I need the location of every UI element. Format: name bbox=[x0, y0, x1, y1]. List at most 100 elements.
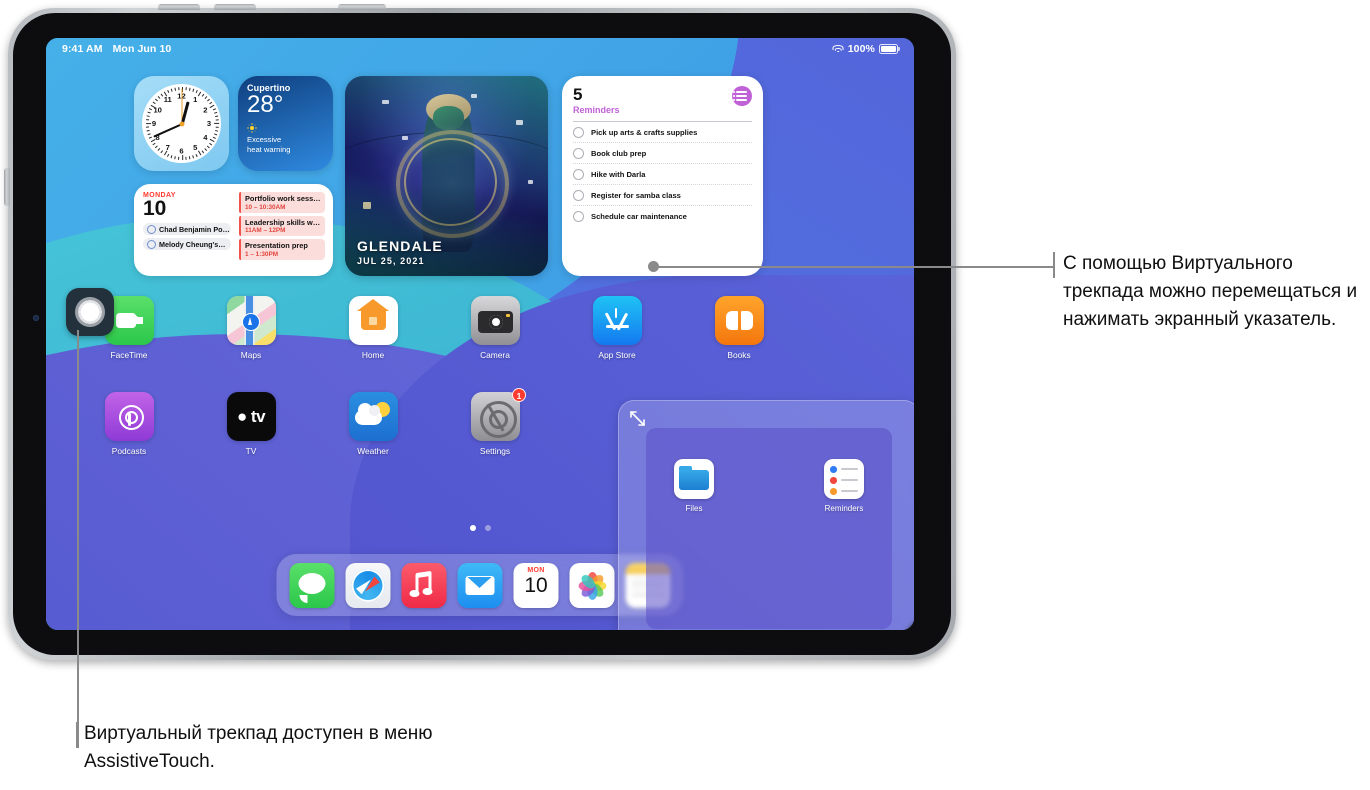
invite-ring-icon bbox=[147, 239, 156, 249]
dock-photos-icon[interactable] bbox=[569, 562, 615, 608]
clock-number: 10 bbox=[153, 104, 162, 114]
photos-widget[interactable]: GLENDALE JUL 25, 2021 bbox=[345, 76, 548, 276]
app-icon-app-store[interactable]: App Store bbox=[556, 296, 678, 360]
trackpad-app-files[interactable]: Files bbox=[649, 459, 739, 513]
reminders-widget[interactable]: 5 Reminders Pick up arts & crafts suppli… bbox=[562, 76, 763, 276]
reminder-item[interactable]: Register for samba class bbox=[573, 185, 752, 207]
dock-safari-icon[interactable] bbox=[345, 562, 391, 608]
maps-icon[interactable] bbox=[226, 296, 276, 345]
photos-flower bbox=[577, 570, 607, 600]
assistive-touch-ring bbox=[75, 297, 105, 327]
reminder-checkbox-icon[interactable] bbox=[573, 148, 584, 160]
calendar-widget[interactable]: MONDAY 10 Chad Benjamin Po… Melody Cheung… bbox=[134, 184, 333, 276]
reminder-label: Register for samba class bbox=[591, 191, 681, 201]
dock-calendar-dow: MON bbox=[527, 566, 545, 574]
clock-number: 1 bbox=[193, 94, 198, 104]
trackpad-app-reminders[interactable]: Reminders bbox=[799, 459, 889, 513]
calendar-event-time: 1 – 1:30PM bbox=[245, 250, 279, 258]
calendar-event-title: Portfolio work sess… bbox=[245, 194, 321, 203]
reminders-icon[interactable] bbox=[824, 459, 864, 499]
callout-right-tick bbox=[1053, 252, 1055, 278]
reminder-label: Schedule car maintenance bbox=[591, 212, 687, 222]
reminders-count: 5 bbox=[573, 85, 583, 104]
status-bar: 9:41 AM Mon Jun 10 100% bbox=[46, 38, 914, 60]
reminder-item[interactable]: Pick up arts & crafts supplies bbox=[573, 122, 752, 144]
reminder-label: Pick up arts & crafts supplies bbox=[591, 128, 698, 138]
callout-bottom-text: Виртуальный трекпад доступен в меню Assi… bbox=[84, 723, 433, 772]
home-icon[interactable] bbox=[348, 296, 398, 345]
calendar-event[interactable]: Leadership skills w… 11AM – 12PM bbox=[239, 215, 325, 236]
side-button[interactable] bbox=[4, 168, 10, 206]
volume-up-button[interactable] bbox=[158, 4, 200, 10]
tv-icon[interactable]: ● tv bbox=[226, 392, 276, 441]
clock-widget[interactable]: 121234567891011 bbox=[134, 76, 229, 171]
reminder-item[interactable]: Schedule car maintenance bbox=[573, 206, 752, 226]
camera-icon[interactable] bbox=[470, 296, 520, 345]
app-label: Maps bbox=[240, 350, 262, 360]
dock-messages-icon[interactable] bbox=[289, 562, 335, 608]
sun-icon bbox=[247, 123, 256, 132]
app-label: FaceTime bbox=[110, 350, 148, 360]
app-label: Weather bbox=[357, 446, 389, 456]
widget-area: 121234567891011 Cupertino 28° Excessive … bbox=[46, 60, 914, 292]
clock-pivot bbox=[179, 121, 184, 126]
resize-diagonal-icon[interactable] bbox=[629, 410, 646, 427]
weather-alert-line2: heat warning bbox=[247, 144, 291, 154]
dock-calendar-day: 10 bbox=[524, 573, 548, 597]
dock-music-icon[interactable] bbox=[401, 562, 447, 608]
app-icon-camera[interactable]: Camera bbox=[434, 296, 556, 360]
reminder-item[interactable]: Book club prep bbox=[573, 143, 752, 165]
reminder-checkbox-icon[interactable] bbox=[573, 211, 584, 223]
calendar-invite-chip[interactable]: Melody Cheung's… bbox=[143, 238, 231, 250]
calendar-event-time: 11AM – 12PM bbox=[245, 227, 286, 234]
books-icon[interactable] bbox=[714, 296, 764, 345]
app-label: Podcasts bbox=[111, 446, 147, 456]
clock-number: 9 bbox=[151, 118, 157, 128]
assistive-touch-icon[interactable] bbox=[66, 288, 114, 336]
weather-icon[interactable] bbox=[348, 392, 398, 441]
callout-bottom-tick bbox=[76, 722, 79, 748]
app-store-icon[interactable] bbox=[592, 296, 642, 345]
reminder-checkbox-icon[interactable] bbox=[573, 127, 584, 139]
app-icon-maps[interactable]: Maps bbox=[190, 296, 312, 360]
top-power-button[interactable] bbox=[338, 4, 386, 10]
reminder-checkbox-icon[interactable] bbox=[573, 190, 584, 202]
reminders-title: Reminders bbox=[573, 105, 620, 115]
volume-down-button[interactable] bbox=[214, 4, 256, 10]
dock-calendar-icon[interactable]: MON 10 bbox=[513, 562, 559, 608]
app-icon-books[interactable]: Books bbox=[678, 296, 800, 360]
reminder-label: Book club prep bbox=[591, 149, 647, 159]
app-row-1: FaceTime Maps Home Camera App Store Books bbox=[46, 296, 914, 360]
settings-icon[interactable] bbox=[470, 392, 520, 441]
page-dot[interactable] bbox=[484, 525, 491, 531]
clock-number: 2 bbox=[203, 104, 208, 114]
calendar-event[interactable]: Presentation prep 1 – 1:30PM bbox=[239, 239, 325, 260]
weather-temperature: 28° bbox=[247, 91, 284, 118]
callout-bottom-leader-line bbox=[77, 330, 79, 732]
app-badge: 1 bbox=[512, 388, 526, 402]
photo-subject-face bbox=[433, 106, 464, 130]
reminder-item[interactable]: Hike with Darla bbox=[573, 164, 752, 186]
calendar-events: Portfolio work sess… 10 – 10:30AM Leadersh… bbox=[239, 192, 325, 268]
calendar-invite-chip[interactable]: Chad Benjamin Po… bbox=[143, 223, 231, 235]
page-dot[interactable] bbox=[469, 525, 476, 531]
podcasts-icon[interactable] bbox=[104, 392, 154, 441]
weather-widget[interactable]: Cupertino 28° Excessive heat warning bbox=[238, 76, 333, 171]
calendar-event-title: Leadership skills w… bbox=[245, 217, 321, 227]
dock-mail-icon[interactable] bbox=[457, 562, 503, 608]
app-icon-home[interactable]: Home bbox=[312, 296, 434, 360]
list-bullet-icon bbox=[732, 86, 752, 106]
files-icon[interactable] bbox=[674, 459, 714, 499]
callout-right-leader-line bbox=[654, 265, 1054, 268]
app-icon-weather[interactable]: Weather bbox=[312, 392, 434, 456]
app-label: Settings bbox=[479, 446, 511, 456]
virtual-trackpad[interactable]: Files Reminders bbox=[618, 400, 914, 630]
weather-alert-line1: Excessive bbox=[247, 135, 282, 144]
app-icon-podcasts[interactable]: Podcasts bbox=[68, 392, 190, 456]
ipad-screen: 9:41 AM Mon Jun 10 100% 121234567891011 bbox=[46, 38, 914, 630]
reminder-checkbox-icon[interactable] bbox=[573, 169, 584, 181]
app-icon-tv[interactable]: ● tv TV bbox=[190, 392, 312, 456]
status-time: 9:41 AM bbox=[62, 43, 103, 55]
calendar-event[interactable]: Portfolio work sess… 10 – 10:30AM bbox=[239, 192, 325, 213]
app-icon-settings[interactable]: 1 Settings bbox=[434, 388, 556, 456]
